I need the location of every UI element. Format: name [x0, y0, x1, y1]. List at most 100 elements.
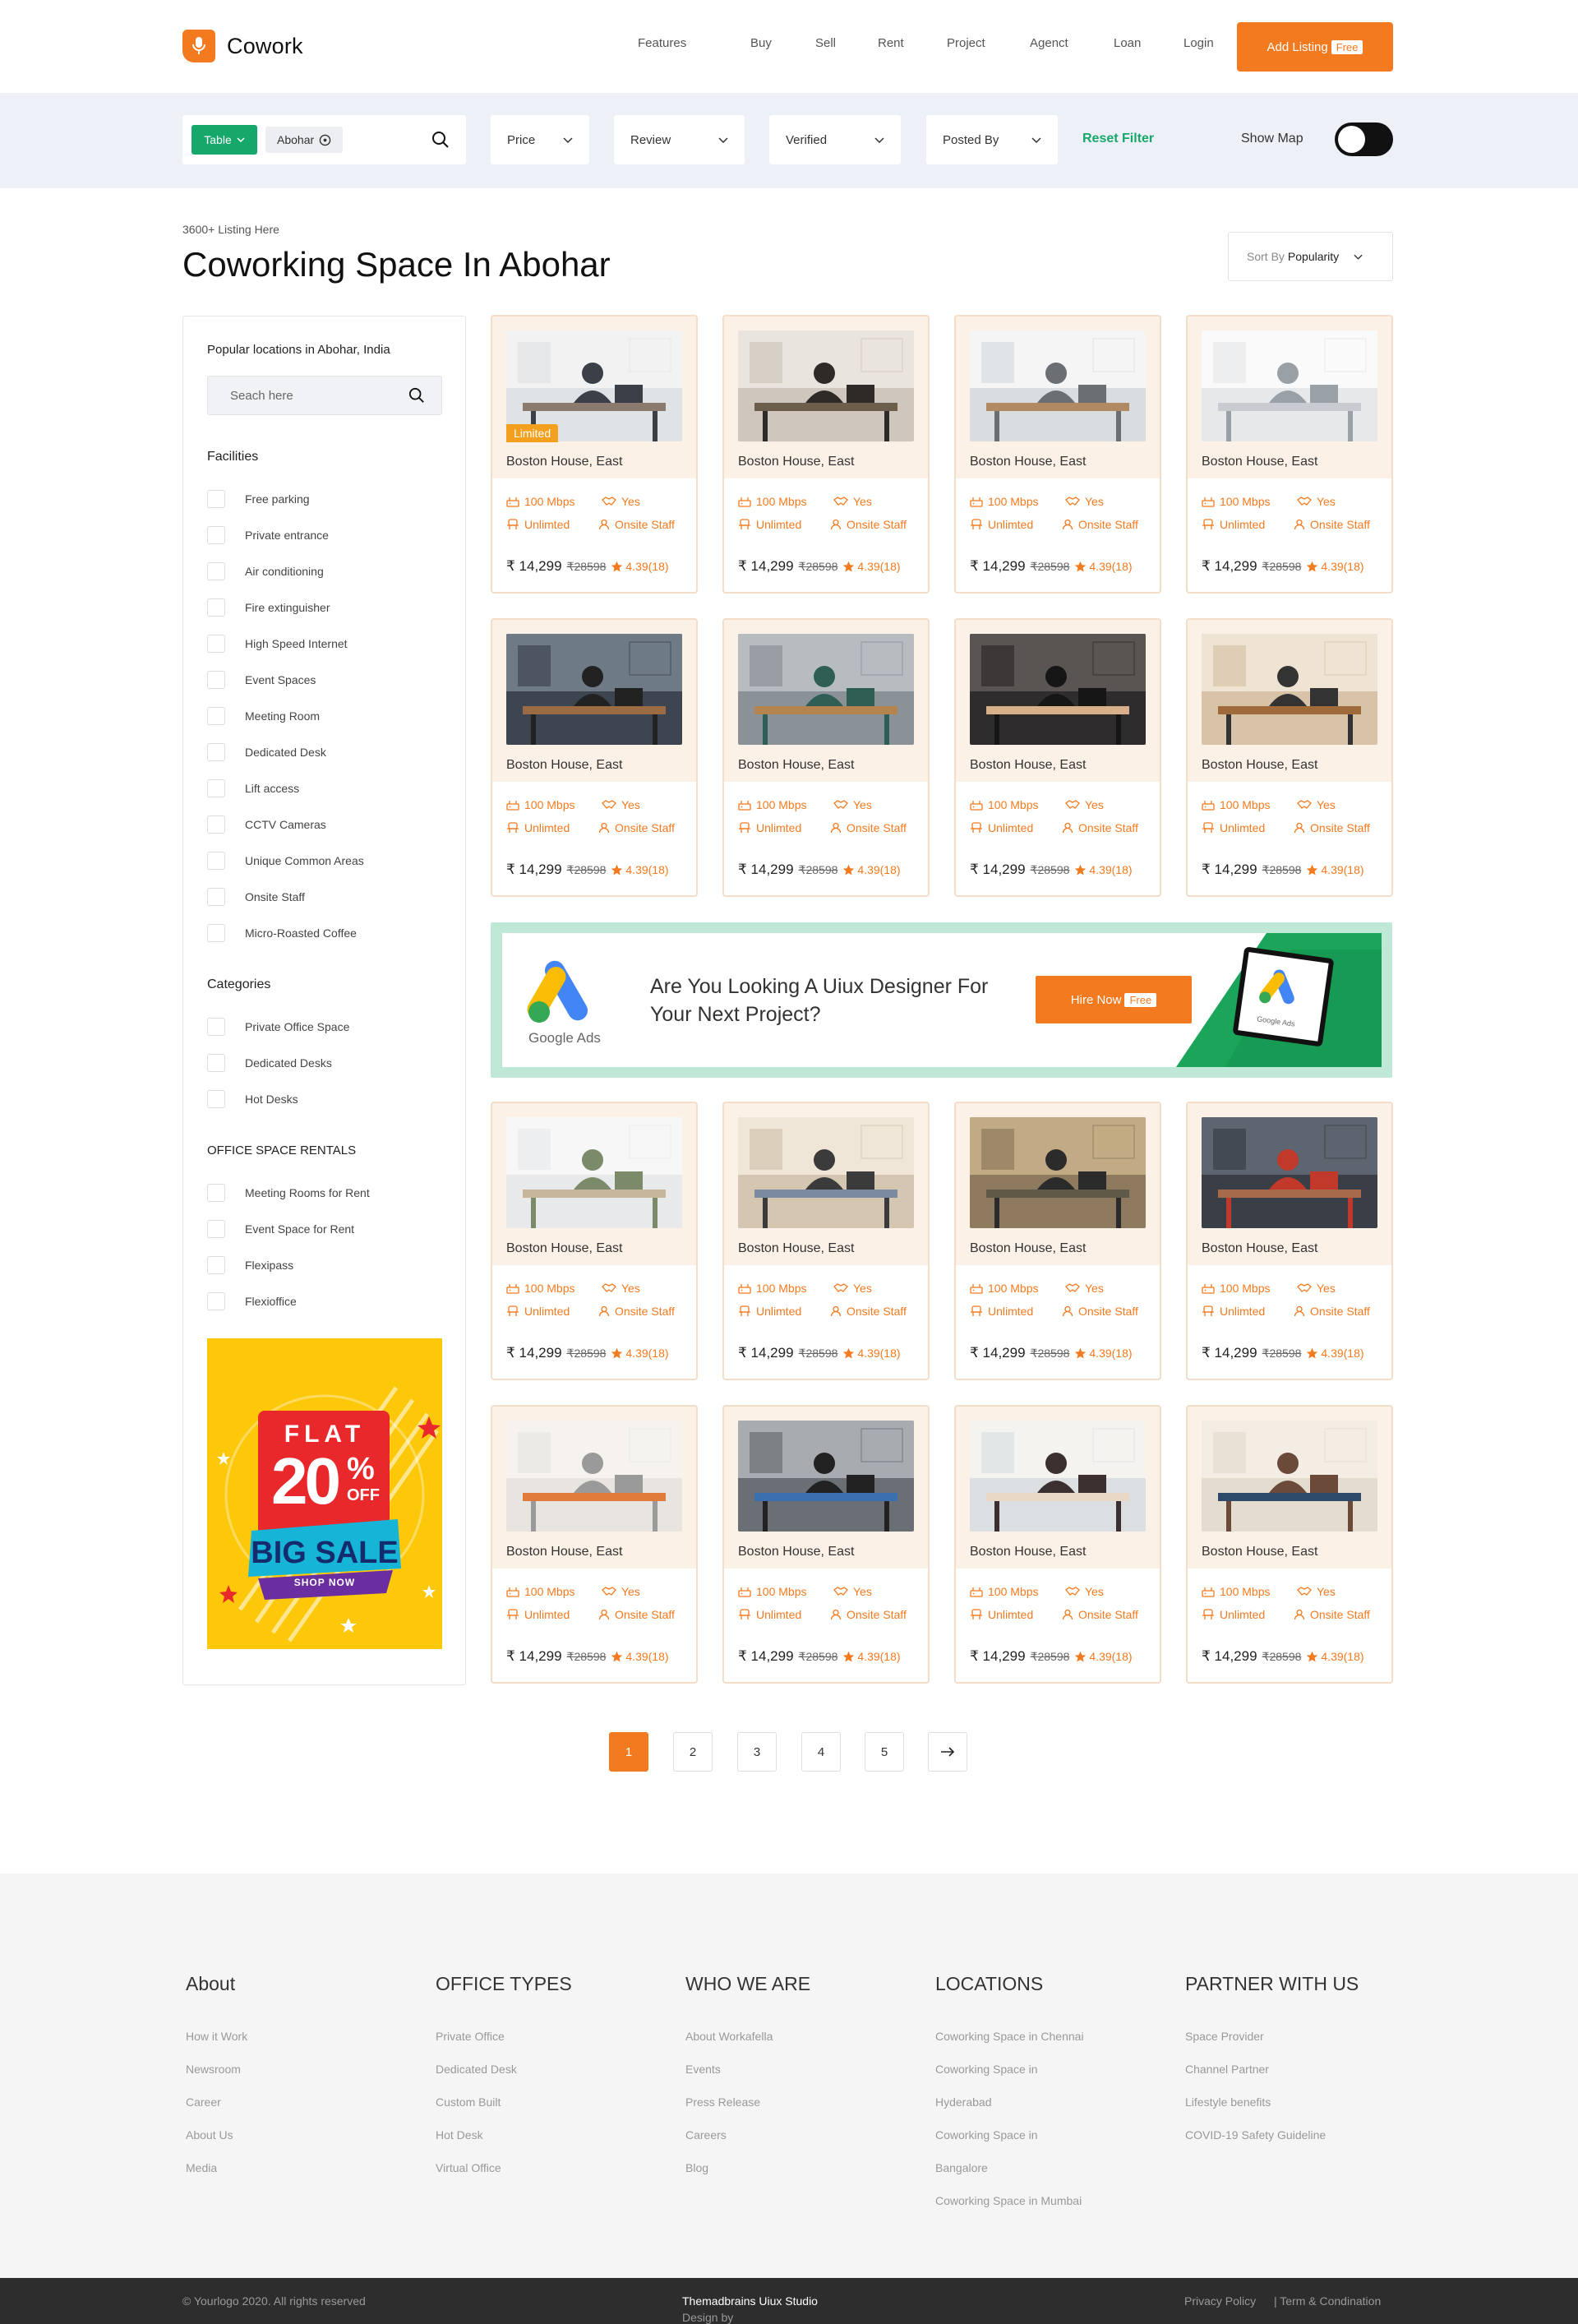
- card-title[interactable]: Boston House, East: [738, 1241, 854, 1256]
- card-photo[interactable]: [738, 634, 914, 745]
- footer-link[interactable]: How it Work: [186, 2020, 247, 2053]
- reset-filter-link[interactable]: Reset Filter: [1082, 132, 1154, 146]
- checkbox-icon[interactable]: [207, 852, 225, 870]
- card-photo[interactable]: [738, 1421, 914, 1532]
- checkbox-icon[interactable]: [207, 888, 225, 906]
- page-button-1[interactable]: 1: [609, 1732, 648, 1772]
- footer-link[interactable]: About Workafella: [685, 2020, 810, 2053]
- card-photo[interactable]: [1202, 330, 1377, 441]
- card-title[interactable]: Boston House, East: [506, 1241, 622, 1256]
- checkbox-categories-item[interactable]: Hot Desks: [207, 1090, 298, 1108]
- checkbox-rentals-item[interactable]: Meeting Rooms for Rent: [207, 1184, 370, 1202]
- checkbox-icon[interactable]: [207, 743, 225, 761]
- card-title[interactable]: Boston House, East: [970, 1545, 1086, 1559]
- checkbox-facilities-item[interactable]: Unique Common Areas: [207, 852, 364, 870]
- studio-name[interactable]: Themadbrains Uiux Studio: [682, 2294, 818, 2308]
- posted-by-filter[interactable]: Posted By: [926, 115, 1058, 164]
- nav-item-login[interactable]: Login: [1184, 36, 1214, 50]
- terms-link[interactable]: | Term & Condination: [1274, 2294, 1381, 2308]
- sidebar-search-input[interactable]: Seach here: [207, 376, 442, 415]
- card-title[interactable]: Boston House, East: [1202, 1241, 1317, 1256]
- checkbox-icon[interactable]: [207, 598, 225, 617]
- footer-link[interactable]: Coworking Space in: [935, 2118, 1084, 2151]
- checkbox-facilities-item[interactable]: Lift access: [207, 779, 299, 797]
- close-circle-icon[interactable]: [319, 134, 331, 146]
- footer-link[interactable]: Dedicated Desk: [436, 2053, 572, 2086]
- nav-item-project[interactable]: Project: [947, 36, 985, 50]
- card-photo[interactable]: [506, 1117, 682, 1228]
- listing-card[interactable]: Boston House, East 100 Mbps Yes Unlimted Ons…: [1186, 1405, 1393, 1684]
- footer-link[interactable]: Careers: [685, 2118, 810, 2151]
- card-title[interactable]: Boston House, East: [970, 758, 1086, 773]
- view-select[interactable]: Table: [191, 125, 257, 155]
- footer-link[interactable]: Hot Desk: [436, 2118, 572, 2151]
- card-title[interactable]: Boston House, East: [738, 1545, 854, 1559]
- checkbox-facilities-item[interactable]: Meeting Room: [207, 707, 320, 725]
- sort-dropdown[interactable]: Sort By Popularity: [1228, 232, 1393, 281]
- nav-item-agenct[interactable]: Agenct: [1030, 36, 1068, 50]
- footer-link[interactable]: About Us: [186, 2118, 247, 2151]
- card-title[interactable]: Boston House, East: [1202, 455, 1317, 469]
- checkbox-facilities-item[interactable]: Onsite Staff: [207, 888, 305, 906]
- search-icon[interactable]: [408, 387, 425, 404]
- checkbox-icon[interactable]: [207, 490, 225, 508]
- listing-card[interactable]: Boston House, East 100 Mbps Yes Unlimted Ons…: [722, 1102, 930, 1380]
- listing-card[interactable]: Boston House, East 100 Mbps Yes Unlimted Ons…: [1186, 618, 1393, 897]
- search-icon[interactable]: [431, 131, 450, 149]
- checkbox-icon[interactable]: [207, 1090, 225, 1108]
- review-filter[interactable]: Review: [614, 115, 745, 164]
- listing-card[interactable]: Boston House, East 100 Mbps Yes Unlimted Ons…: [491, 1102, 698, 1380]
- checkbox-facilities-item[interactable]: CCTV Cameras: [207, 815, 326, 834]
- privacy-policy-link[interactable]: Privacy Policy: [1184, 2294, 1256, 2308]
- checkbox-facilities-item[interactable]: Fire extinguisher: [207, 598, 330, 617]
- footer-link[interactable]: Space Provider: [1185, 2020, 1359, 2053]
- card-title[interactable]: Boston House, East: [738, 758, 854, 773]
- listing-card[interactable]: Boston House, East 100 Mbps Yes Unlimted Ons…: [1186, 1102, 1393, 1380]
- listing-card[interactable]: Boston House, East 100 Mbps Yes Unlimted Ons…: [954, 1405, 1161, 1684]
- checkbox-icon[interactable]: [207, 1184, 225, 1202]
- listing-card[interactable]: Boston House, East 100 Mbps Yes Unlimted Ons…: [954, 618, 1161, 897]
- page-button-3[interactable]: 3: [737, 1732, 777, 1772]
- checkbox-categories-item[interactable]: Private Office Space: [207, 1018, 349, 1036]
- checkbox-icon[interactable]: [207, 562, 225, 580]
- nav-item-buy[interactable]: Buy: [750, 36, 772, 50]
- card-photo[interactable]: [1202, 1421, 1377, 1532]
- card-title[interactable]: Boston House, East: [506, 455, 622, 469]
- footer-link[interactable]: Newsroom: [186, 2053, 247, 2086]
- page-button-4[interactable]: 4: [801, 1732, 841, 1772]
- card-photo[interactable]: [970, 1117, 1146, 1228]
- card-title[interactable]: Boston House, East: [506, 758, 622, 773]
- next-page-button[interactable]: [928, 1732, 967, 1772]
- footer-link[interactable]: Custom Built: [436, 2086, 572, 2118]
- checkbox-facilities-item[interactable]: Air conditioning: [207, 562, 324, 580]
- checkbox-icon[interactable]: [207, 779, 225, 797]
- card-photo[interactable]: [1202, 1117, 1377, 1228]
- checkbox-icon[interactable]: [207, 1018, 225, 1036]
- add-listing-button[interactable]: Add Listing Free: [1237, 22, 1393, 72]
- listing-card[interactable]: Limited Boston House, East 100 Mbps Yes Unli…: [491, 315, 698, 594]
- sale-promo-banner[interactable]: FLAT 20 % OFF BIG SALE SHOP NOW: [207, 1338, 442, 1649]
- page-button-2[interactable]: 2: [673, 1732, 713, 1772]
- nav-item-features[interactable]: Features: [638, 36, 686, 50]
- footer-link[interactable]: Virtual Office: [436, 2151, 572, 2184]
- location-chip[interactable]: Abohar: [265, 127, 344, 153]
- checkbox-facilities-item[interactable]: Free parking: [207, 490, 310, 508]
- logo[interactable]: Cowork: [182, 30, 303, 62]
- show-map-toggle[interactable]: [1335, 122, 1393, 156]
- card-photo[interactable]: [738, 1117, 914, 1228]
- checkbox-icon[interactable]: [207, 924, 225, 942]
- checkbox-categories-item[interactable]: Dedicated Desks: [207, 1054, 332, 1072]
- page-button-5[interactable]: 5: [865, 1732, 904, 1772]
- card-photo[interactable]: [506, 1421, 682, 1532]
- checkbox-icon[interactable]: [207, 707, 225, 725]
- checkbox-icon[interactable]: [207, 815, 225, 834]
- checkbox-icon[interactable]: [207, 526, 225, 544]
- checkbox-facilities-item[interactable]: Micro-Roasted Coffee: [207, 924, 357, 942]
- footer-link[interactable]: Bangalore: [935, 2151, 1084, 2184]
- listing-card[interactable]: Boston House, East 100 Mbps Yes Unlimted Ons…: [722, 1405, 930, 1684]
- footer-link[interactable]: Channel Partner: [1185, 2053, 1359, 2086]
- listing-card[interactable]: Boston House, East 100 Mbps Yes Unlimted Ons…: [1186, 315, 1393, 594]
- footer-link[interactable]: Media: [186, 2151, 247, 2184]
- footer-link[interactable]: Private Office: [436, 2020, 572, 2053]
- footer-link[interactable]: Coworking Space in Mumbai: [935, 2184, 1084, 2217]
